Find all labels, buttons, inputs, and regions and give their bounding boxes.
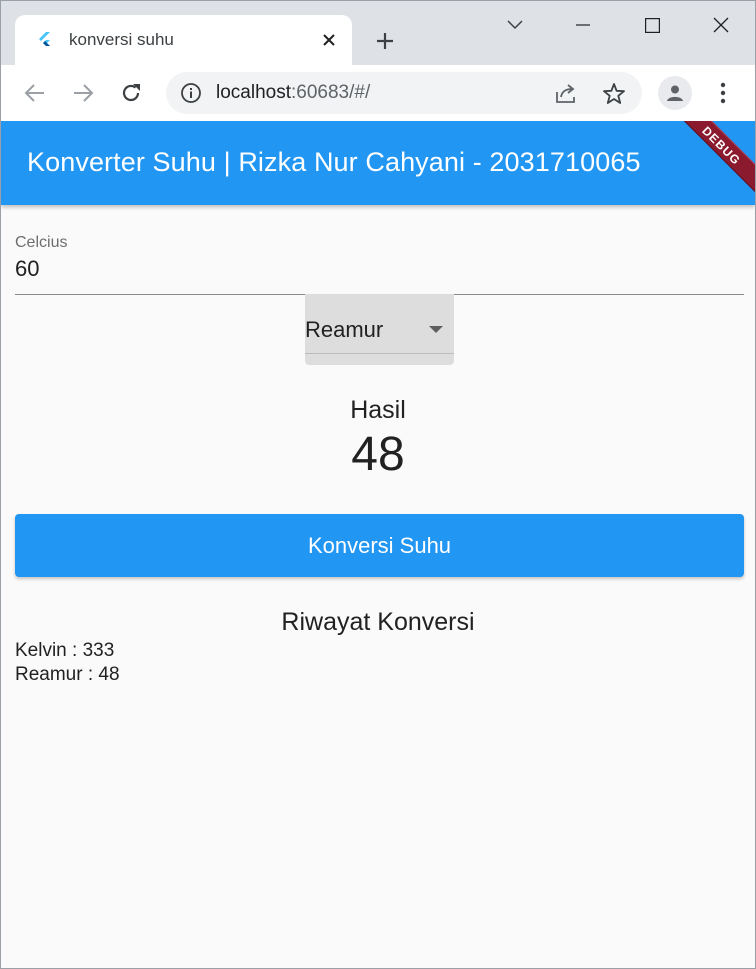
celcius-input[interactable]: Celcius 60 <box>15 231 744 295</box>
dropdown-arrow-icon <box>429 326 443 333</box>
tab-strip: konversi suhu <box>1 1 755 65</box>
result-label: Hasil <box>350 396 406 424</box>
share-icon[interactable] <box>553 81 579 107</box>
minimize-icon[interactable] <box>560 9 606 41</box>
profile-avatar-icon[interactable] <box>658 76 692 110</box>
history-list: Kelvin : 333 Reamur : 48 <box>15 639 120 687</box>
celcius-input-value[interactable]: 60 <box>15 256 39 282</box>
history-item: Kelvin : 333 <box>15 640 115 661</box>
unit-dropdown[interactable]: Reamur <box>305 294 454 365</box>
address-bar[interactable]: localhost:60683/#/ <box>166 72 642 114</box>
site-info-icon[interactable] <box>180 82 202 104</box>
url-path: :60683/#/ <box>291 82 371 103</box>
maximize-icon[interactable] <box>629 9 675 41</box>
url-text[interactable]: localhost:60683/#/ <box>216 82 370 104</box>
reload-icon[interactable] <box>115 77 147 109</box>
tab-title: konversi suhu <box>69 30 174 49</box>
convert-button[interactable]: Konversi Suhu <box>15 514 744 577</box>
browser-window: konversi suhu localhost:60683/#/ Konvert… <box>0 0 756 969</box>
flutter-icon <box>39 32 50 46</box>
unit-dropdown-value: Reamur <box>305 317 384 342</box>
convert-button-label: Konversi Suhu <box>307 532 452 558</box>
celcius-input-label: Celcius <box>15 234 68 251</box>
back-arrow-icon[interactable] <box>19 77 51 109</box>
tab-active[interactable]: konversi suhu <box>15 15 352 65</box>
history-item: Reamur : 48 <box>15 664 120 685</box>
new-tab-plus-icon[interactable] <box>371 27 399 55</box>
result-value: 48 <box>351 428 405 481</box>
flutter-app: Konverter Suhu | Rizka Nur Cahyani - 203… <box>1 121 755 968</box>
browser-menu-icon[interactable] <box>710 79 736 107</box>
close-tab-icon[interactable] <box>318 29 340 51</box>
url-host: localhost <box>216 82 291 103</box>
bookmark-star-icon[interactable] <box>601 81 627 107</box>
app-bar: Konverter Suhu | Rizka Nur Cahyani - 203… <box>1 121 755 205</box>
tab-search-chevron-icon[interactable] <box>492 9 538 41</box>
browser-toolbar: localhost:60683/#/ <box>1 65 755 121</box>
history-title: Riwayat Konversi <box>281 608 475 636</box>
app-title: Konverter Suhu | Rizka Nur Cahyani - 203… <box>27 147 641 177</box>
dropdown-underline <box>305 353 454 354</box>
forward-arrow-icon[interactable] <box>67 77 99 109</box>
close-window-icon[interactable] <box>698 9 744 41</box>
